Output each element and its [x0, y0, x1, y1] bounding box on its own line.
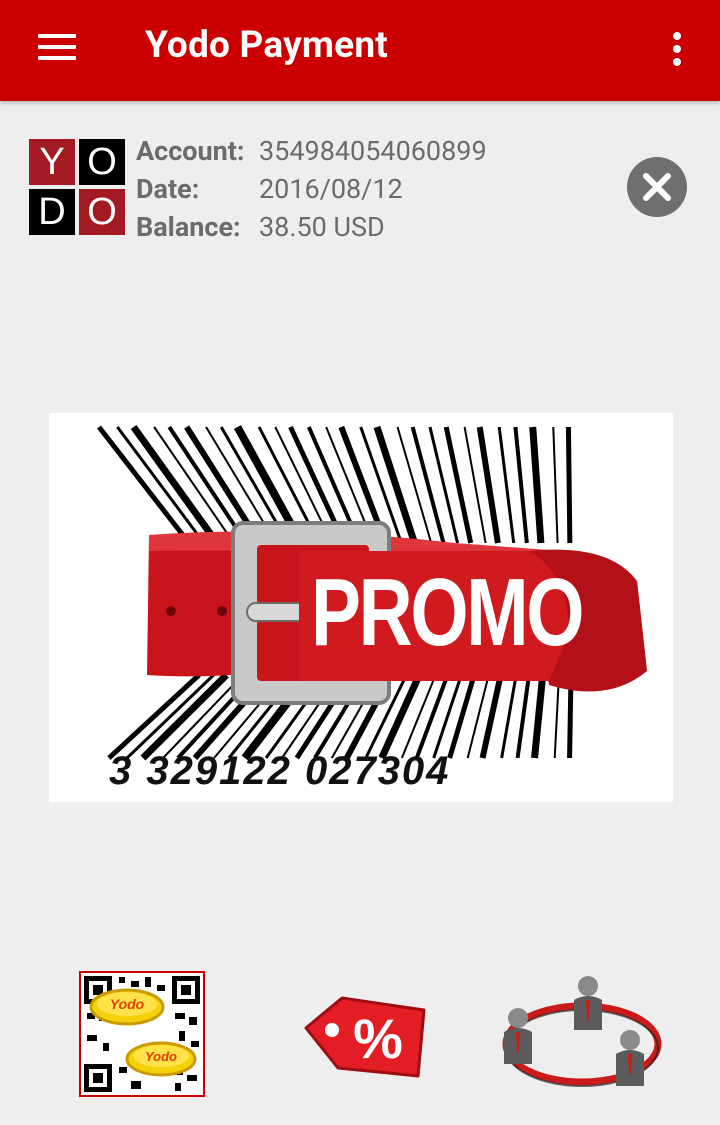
coin-text: Yodo [145, 1049, 177, 1064]
account-value: 354984054060899 [259, 135, 487, 167]
barcode-number: 3 329122 027304 [109, 749, 451, 793]
coin-text: Yodo [110, 996, 145, 1012]
logo-letter: O [79, 139, 125, 185]
people-network-icon[interactable] [498, 972, 666, 1096]
barcode-bar [428, 426, 459, 544]
barcode-bar [500, 674, 518, 759]
date-label: Date: [136, 173, 200, 205]
balance-label: Balance: [136, 211, 241, 243]
account-row: Account: 354984054060899 [136, 134, 487, 172]
barcode-bar [414, 674, 450, 759]
account-info: Account: 354984054060899 Date: 2016/08/12 … [136, 134, 487, 248]
barcode-bar [432, 674, 463, 759]
barcode-bar [126, 673, 215, 760]
app-bar: Yodo Payment [0, 0, 720, 101]
yodo-logo: Y O D O [29, 139, 125, 235]
close-circle-icon[interactable] [627, 157, 687, 217]
barcode-bar [515, 674, 531, 759]
qr-code-coins-icon[interactable]: Yodo Yodo [79, 971, 205, 1097]
barcode-bar [116, 426, 206, 544]
more-vertical-icon[interactable] [660, 24, 696, 72]
barcode-bar [529, 426, 545, 544]
date-value: 2016/08/12 [259, 173, 403, 205]
balance-value: 38.50 USD [259, 211, 385, 243]
logo-letter: Y [29, 139, 75, 185]
promo-banner[interactable]: PROMO 3 329122 027304 [49, 413, 673, 802]
app-bar-edge [0, 57, 3, 101]
hamburger-menu-icon[interactable] [24, 22, 90, 72]
account-label: Account: [136, 135, 245, 167]
barcode-bar [410, 426, 446, 544]
logo-letter: O [79, 189, 125, 235]
barcode-bar [565, 426, 573, 544]
date-row: Date: 2016/08/12 [136, 172, 487, 210]
promo-text: PROMO [311, 559, 585, 666]
discount-symbol: % [353, 1007, 403, 1070]
balance-row: Balance: 38.50 USD [136, 210, 487, 248]
app-title: Yodo Payment [145, 24, 389, 67]
barcode-bar [513, 426, 529, 544]
barcode-bar [531, 674, 547, 759]
logo-letter: D [29, 189, 75, 235]
barcode-bar [552, 426, 559, 544]
discount-tag-icon[interactable]: % [298, 990, 430, 1082]
barcode-bar [497, 426, 516, 544]
